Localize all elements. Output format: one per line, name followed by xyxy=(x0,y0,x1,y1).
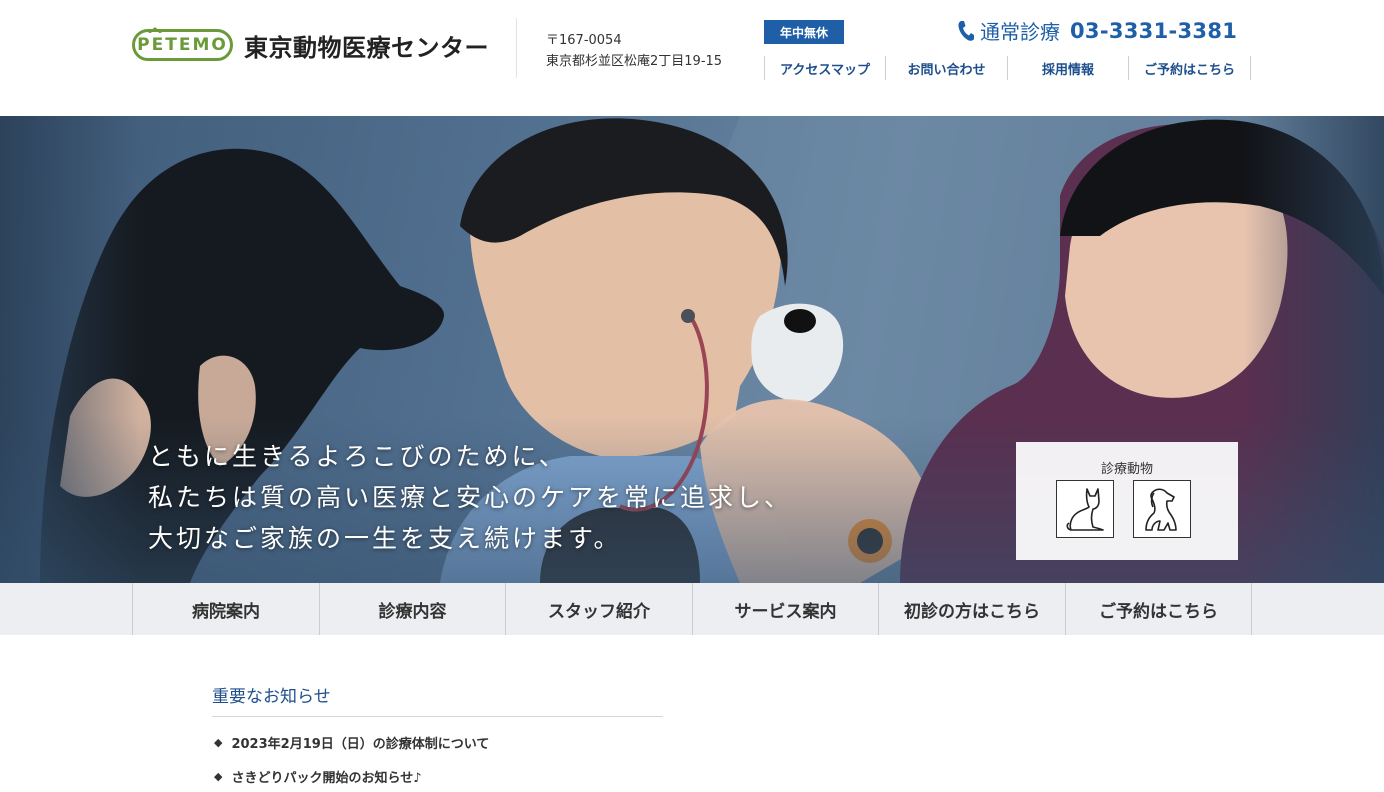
nav-services[interactable]: サービス案内 xyxy=(693,583,879,635)
hero-tagline: ともに生きるよろこびのために、 私たちは質の高い医療と安心のケアを常に追求し、 … xyxy=(148,436,792,559)
cat-icon[interactable] xyxy=(1056,480,1114,538)
treated-animals-title: 診療動物 xyxy=(1100,462,1153,477)
site-header: PETEMO 東京動物医療センター 〒167-0054 東京都杉並区松庵2丁目1… xyxy=(0,0,1384,116)
treated-animals-box: 診療動物 xyxy=(1016,442,1238,560)
reservation-link[interactable]: ご予約はこちら xyxy=(1129,56,1251,80)
postal-code: 〒167-0054 xyxy=(546,33,622,48)
clinic-name: 東京動物医療センター xyxy=(244,33,489,62)
paw-icon xyxy=(148,27,162,33)
utility-nav: アクセスマップ お問い合わせ 採用情報 ご予約はこちら xyxy=(764,56,1251,80)
phone-icon xyxy=(958,20,974,41)
notice-item-text: さきどりパック開始のお知らせ♪ xyxy=(231,770,422,786)
hero-tagline-line-3: 大切なご家族の一生を支え続けます。 xyxy=(148,524,622,553)
notice-item[interactable]: ◆ 2023年2月19日（日）の診療体制について xyxy=(212,732,663,752)
notice-item[interactable]: ◆ さきどりパック開始のお知らせ♪ xyxy=(212,766,663,786)
global-nav-inner: 病院案内 診療内容 スタッフ紹介 サービス案内 初診の方はこちら ご予約はこちら xyxy=(132,583,1252,635)
hero-banner: ともに生きるよろこびのために、 私たちは質の高い医療と安心のケアを常に追求し、 … xyxy=(0,116,1384,583)
contact-link[interactable]: お問い合わせ xyxy=(886,56,1008,80)
diamond-bullet-icon: ◆ xyxy=(214,769,223,783)
hero-tagline-line-1: ともに生きるよろこびのために、 xyxy=(148,442,567,471)
important-notices: 重要なお知らせ ◆ 2023年2月19日（日）の診療体制について ◆ さきどりパ… xyxy=(212,682,663,786)
open-all-year-badge: 年中無休 xyxy=(764,20,844,44)
nav-reservation[interactable]: ご予約はこちら xyxy=(1066,583,1252,635)
nav-staff[interactable]: スタッフ紹介 xyxy=(506,583,693,635)
diamond-bullet-icon: ◆ xyxy=(214,735,223,749)
dog-icon[interactable] xyxy=(1133,480,1191,538)
nav-treatments[interactable]: 診療内容 xyxy=(320,583,506,635)
nav-hospital-info[interactable]: 病院案内 xyxy=(133,583,320,635)
nav-first-visit[interactable]: 初診の方はこちら xyxy=(879,583,1066,635)
site-logo[interactable]: PETEMO 東京動物医療センター xyxy=(132,27,489,62)
street-address: 東京都杉並区松庵2丁目19-15 xyxy=(546,54,723,69)
phone-number[interactable]: 03-3331-3381 xyxy=(1070,19,1237,43)
phone-label: 通常診療 xyxy=(980,20,1060,44)
global-nav: 病院案内 診療内容 スタッフ紹介 サービス案内 初診の方はこちら ご予約はこちら xyxy=(0,583,1384,635)
petemo-logo-badge: PETEMO xyxy=(132,27,233,61)
notices-divider xyxy=(212,716,663,717)
clinic-address: 〒167-0054 東京都杉並区松庵2丁目19-15 xyxy=(546,30,722,72)
access-map-link[interactable]: アクセスマップ xyxy=(765,56,886,80)
notice-item-text: 2023年2月19日（日）の診療体制について xyxy=(231,736,490,752)
header-divider xyxy=(516,18,517,78)
phone-contact[interactable]: 通常診療 03-3331-3381 xyxy=(957,16,1237,45)
recruit-link[interactable]: 採用情報 xyxy=(1008,56,1129,80)
hero-tagline-line-2: 私たちは質の高い医療と安心のケアを常に追求し、 xyxy=(148,483,793,512)
notices-title: 重要なお知らせ xyxy=(212,687,331,707)
logo-text: PETEMO xyxy=(137,35,228,55)
